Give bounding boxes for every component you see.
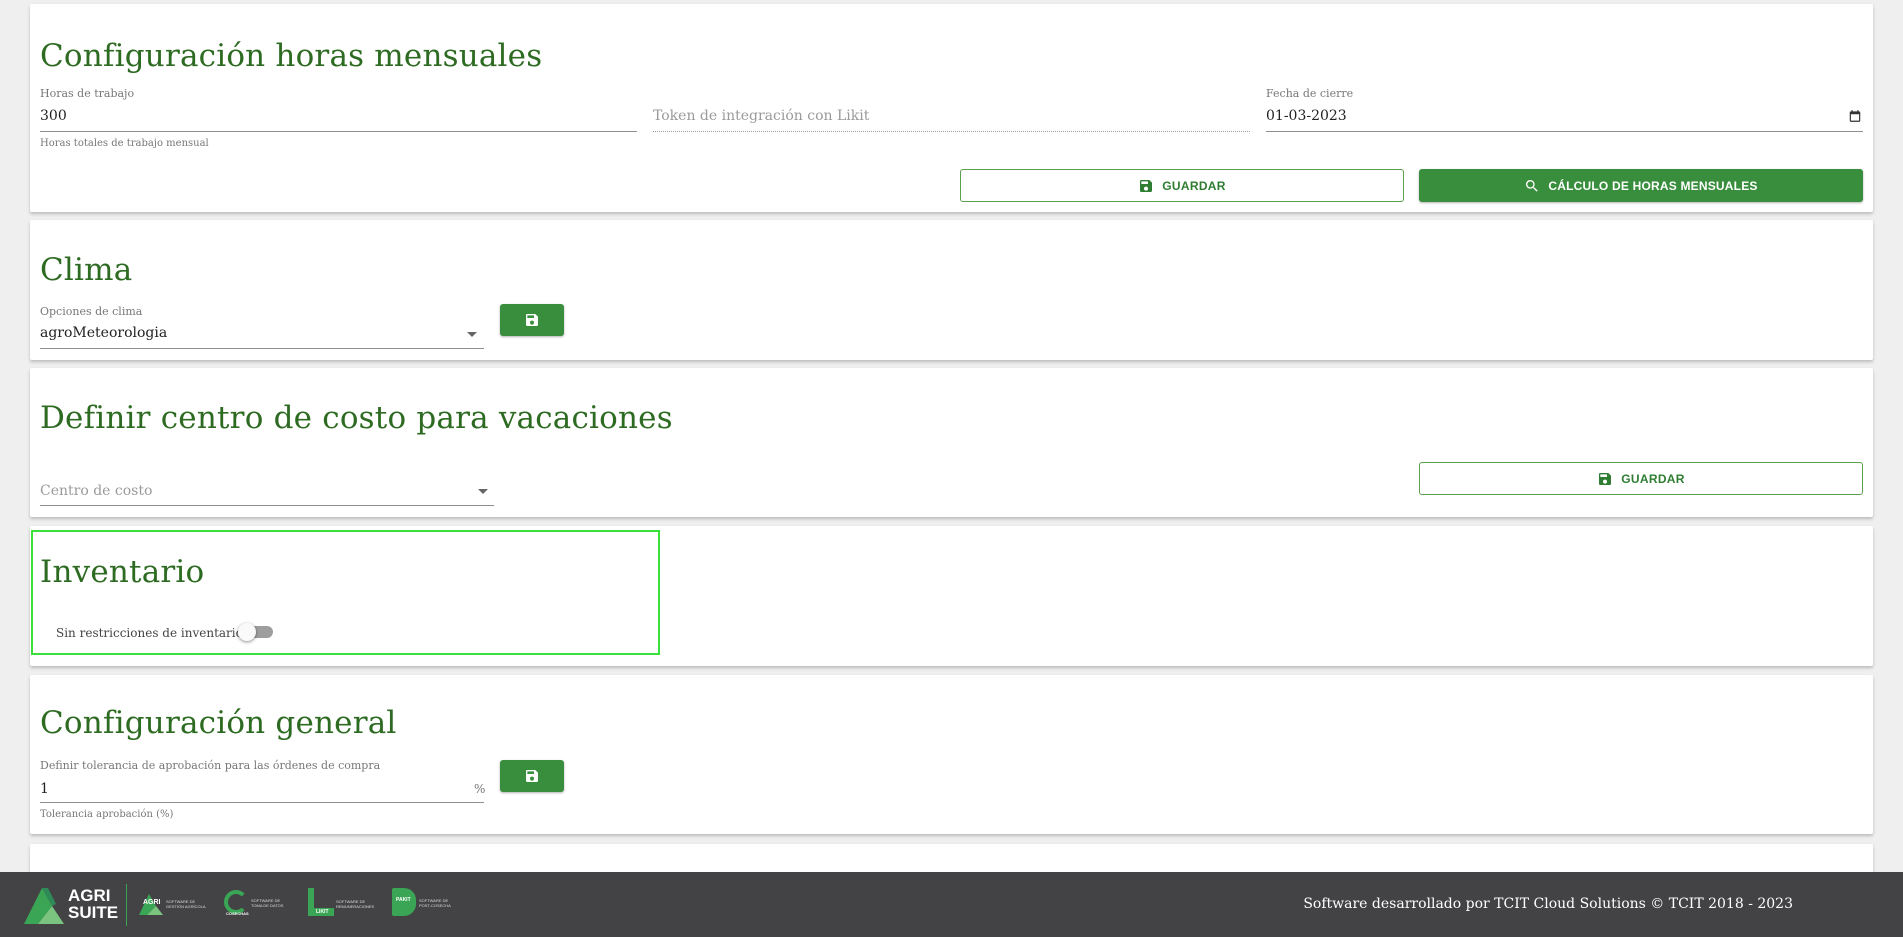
work-hours-underline [40,131,637,132]
agri-logo-text: AGRI [143,899,161,906]
toggle-knob [238,623,256,641]
work-hours-label: Horas de trabajo [40,87,135,100]
tolerance-label: Definir tolerancia de aprobación para la… [40,759,381,772]
agri-product-logo: AGRI SOFTWARE DE GESTIÓN AGRÍCOLA [138,892,210,918]
agrisuite-logo-mark [24,888,64,924]
inventory-toggle[interactable] [238,620,278,644]
tolerance-input[interactable]: 1 [40,781,49,797]
cost-center-underline [40,505,494,506]
weather-select[interactable]: agroMeteorologia [40,325,167,341]
weather-options-label: Opciones de clima [40,305,143,318]
footer-divider [126,884,127,926]
pakit-product-logo: PAKIT SOFTWARE DE POST-COSECHA [392,888,458,920]
save-icon [1597,471,1613,487]
weather-select-underline [40,348,484,349]
pakit-logo-sub: SOFTWARE DE POST-COSECHA [419,898,451,908]
general-config-title: Configuración general [40,705,397,741]
general-config-card: Configuración general Definir tolerancia… [30,675,1873,834]
close-date-underline [1266,131,1863,132]
save-hours-label: GUARDAR [1162,178,1226,193]
inventory-title: Inventario [40,554,205,590]
chevron-down-icon[interactable] [478,489,488,494]
agri-logo-sub: SOFTWARE DE GESTIÓN AGRÍCOLA [166,899,206,909]
calc-hours-button[interactable]: CÁLCULO DE HORAS MENSUALES [1419,169,1863,202]
footer-credits: Software desarrollado por TCIT Cloud Sol… [1303,896,1793,912]
cosechas-logo-sub: SOFTWARE DE TOMA DE DATOS [251,898,284,908]
cosechas-product-logo: COSECHAS SOFTWARE DE TOMA DE DATOS [224,890,290,918]
agrisuite-logo: AGRI SUITE [22,884,122,926]
vacation-cost-center-card: Definir centro de costo para vacaciones … [30,368,1873,517]
likit-token-input[interactable]: Token de integración con Likit [653,108,869,124]
inventory-card: Inventario Sin restricciones de inventar… [30,526,1873,666]
tolerance-help: Tolerancia aprobación (%) [40,809,174,820]
likit-token-underline [653,131,1250,132]
work-hours-help: Horas totales de trabajo mensual [40,138,209,149]
close-date-label: Fecha de cierre [1266,87,1354,100]
hours-config-card: Configuración horas mensuales Horas de t… [30,4,1873,212]
agrisuite-logo-line2: SUITE [68,903,119,922]
calendar-icon[interactable] [1848,109,1862,123]
likit-logo-sub: SOFTWARE DE REMUNERACIONES [336,899,375,909]
agrisuite-logo-line1: AGRI [68,886,111,905]
save-vacation-label: GUARDAR [1621,471,1685,486]
save-vacation-button[interactable]: GUARDAR [1419,462,1863,495]
vacation-cost-center-title: Definir centro de costo para vacaciones [40,400,673,436]
cost-center-select[interactable]: Centro de costo [40,483,152,499]
save-icon [1138,178,1154,194]
cosechas-logo-text: COSECHAS [226,911,249,916]
inventory-toggle-label: Sin restricciones de inventario [56,626,243,640]
chevron-down-icon[interactable] [467,332,477,337]
pakit-logo-text: PAKIT [396,897,411,903]
save-tolerance-button[interactable] [500,760,564,792]
weather-title: Clima [40,252,133,288]
save-icon [524,312,540,328]
hours-config-title: Configuración horas mensuales [40,38,543,74]
calc-hours-label: CÁLCULO DE HORAS MENSUALES [1548,178,1758,193]
search-icon [1524,178,1540,194]
save-icon [524,768,540,784]
tolerance-suffix: % [474,782,486,796]
likit-product-logo: LIKIT SOFTWARE DE REMUNERACIONES [308,888,374,920]
save-weather-button[interactable] [500,304,564,336]
work-hours-input[interactable]: 300 [40,108,67,124]
weather-card: Clima Opciones de clima agroMeteorologia [30,220,1873,360]
close-date-input[interactable]: 01-03-2023 [1266,108,1347,124]
footer: AGRI SUITE AGRI SOFTWARE DE GESTIÓN AGRÍ… [0,872,1903,937]
save-hours-button[interactable]: GUARDAR [960,169,1404,202]
tolerance-underline [40,802,484,803]
likit-logo-text: LIKIT [316,909,329,915]
